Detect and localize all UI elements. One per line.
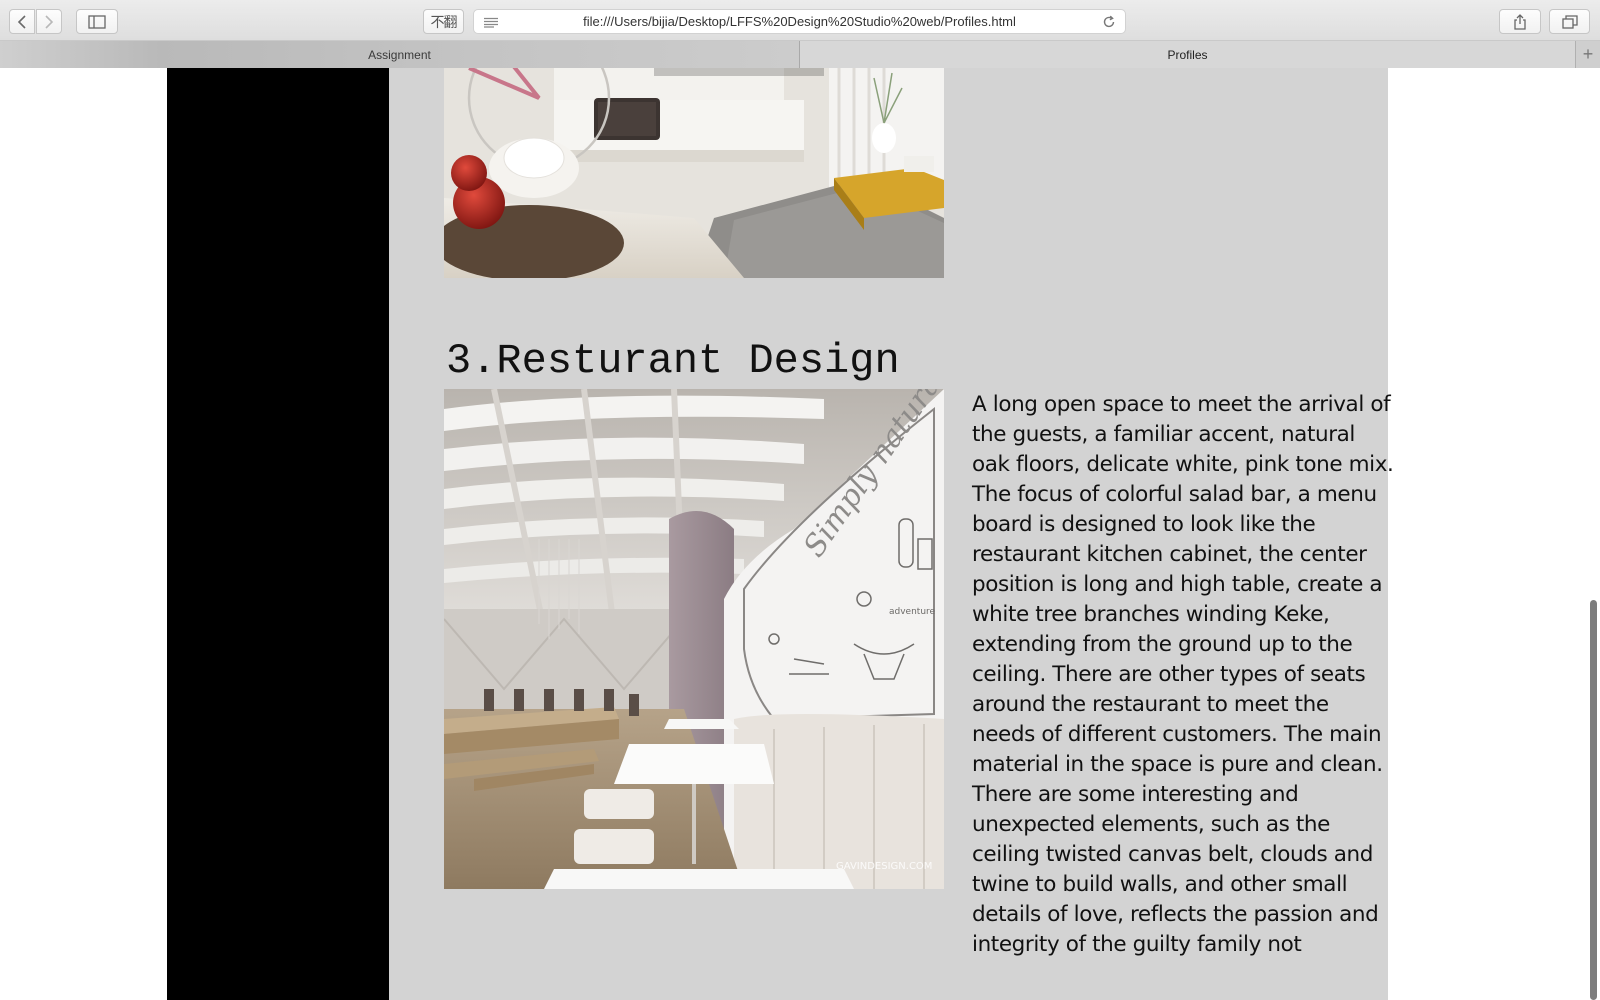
reload-icon[interactable]	[1102, 15, 1116, 29]
left-black-panel	[167, 68, 389, 1000]
restaurant-illustration: Simply natural adventure GAVINDESIGN.COM	[444, 389, 944, 889]
tab-bar: Assignment Profiles +	[0, 41, 1600, 68]
tabs-icon	[1561, 14, 1578, 29]
forward-button[interactable]	[36, 9, 62, 34]
living-room-photo	[444, 68, 944, 278]
url-text: file:///Users/bijia/Desktop/LFFS%20Desig…	[583, 14, 1016, 29]
photo-watermark: GAVINDESIGN.COM	[836, 861, 932, 872]
new-tab-button[interactable]: +	[1575, 41, 1600, 68]
vertical-scrollbar[interactable]	[1586, 68, 1600, 1000]
plus-icon: +	[1582, 44, 1594, 64]
sidebar-toggle-button[interactable]	[76, 9, 118, 34]
chevron-left-icon	[17, 14, 26, 29]
page-viewport: 3.Resturant Design Simply natural advent…	[0, 68, 1600, 1000]
back-button[interactable]	[9, 9, 35, 34]
living-room-illustration	[444, 68, 944, 278]
share-button[interactable]	[1499, 9, 1541, 34]
tab-label: Assignment	[368, 47, 431, 62]
mural-subtext: adventure	[889, 607, 936, 617]
share-icon	[1514, 13, 1526, 30]
translate-button[interactable]: 不翻	[423, 9, 464, 34]
section-title: 3.Resturant Design	[446, 337, 900, 385]
tab-assignment[interactable]: Assignment	[0, 41, 800, 68]
translate-label: 不翻	[430, 14, 458, 31]
address-bar[interactable]: file:///Users/bijia/Desktop/LFFS%20Desig…	[473, 9, 1126, 34]
tab-label: Profiles	[1167, 47, 1208, 62]
browser-toolbar: 不翻 file:///Users/bijia/Desktop/LFFS%20De…	[0, 0, 1600, 41]
tab-overview-button[interactable]	[1549, 9, 1590, 34]
sidebar-icon	[88, 14, 106, 29]
scrollbar-thumb[interactable]	[1590, 600, 1597, 1000]
content-panel: 3.Resturant Design Simply natural advent…	[389, 68, 1394, 1000]
chevron-right-icon	[45, 14, 54, 29]
tab-profiles[interactable]: Profiles	[800, 41, 1575, 68]
section-description: A long open space to meet the arrival of…	[972, 392, 1394, 957]
restaurant-photo: Simply natural adventure GAVINDESIGN.COM	[444, 389, 944, 889]
